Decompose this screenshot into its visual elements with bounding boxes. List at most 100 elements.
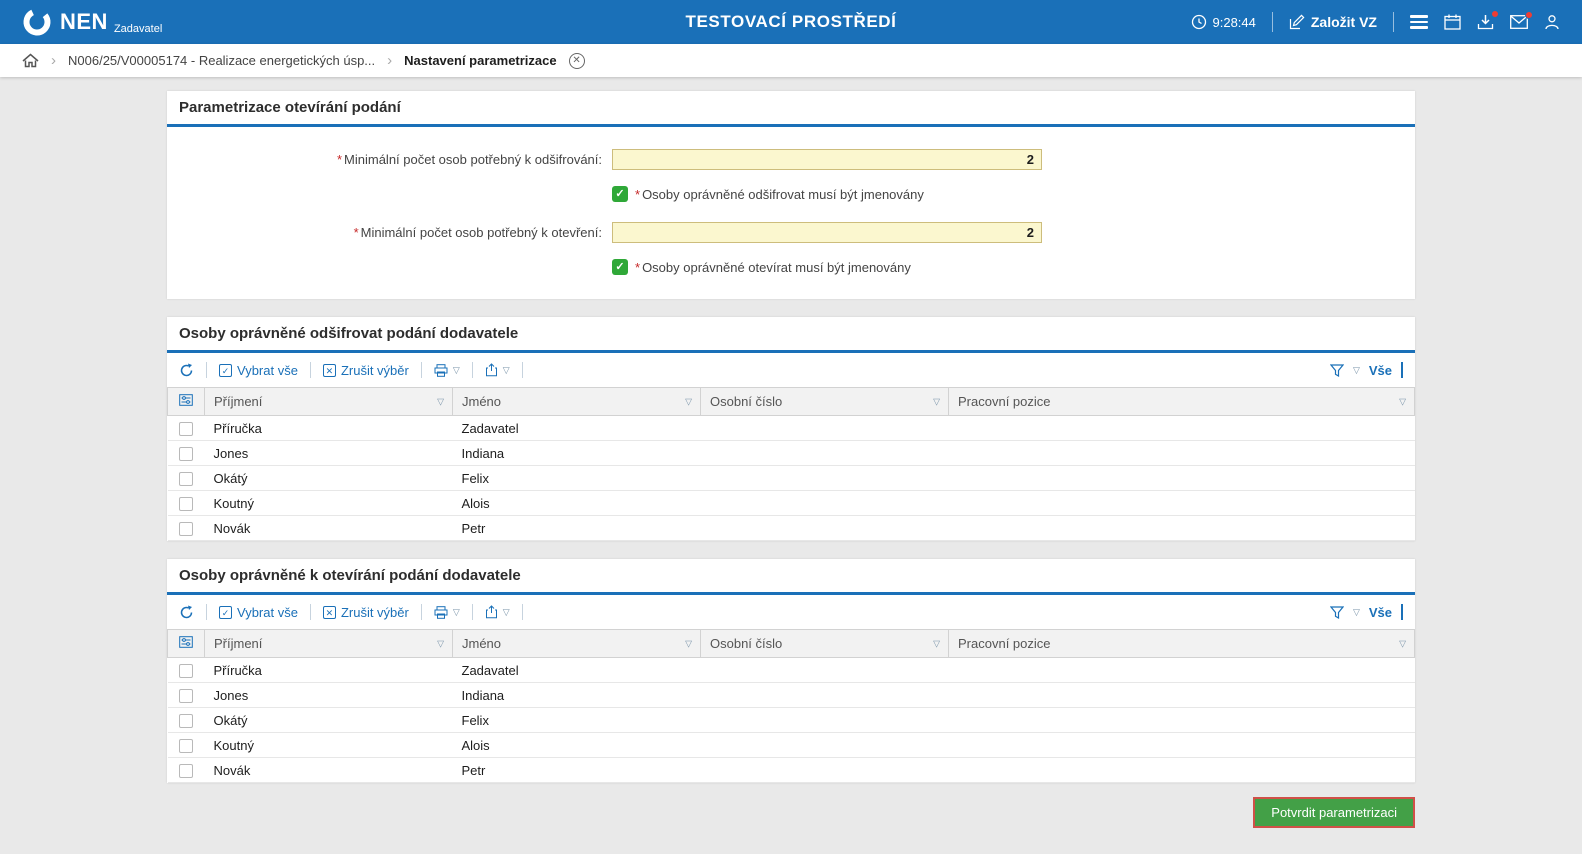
- refresh-button[interactable]: [179, 363, 194, 378]
- row-checkbox[interactable]: [179, 763, 193, 778]
- row-checkbox[interactable]: [179, 471, 193, 486]
- print-dropdown-icon[interactable]: ▽: [453, 365, 460, 376]
- min-decrypt-row: * Minimální počet osob potřebný k odšifro…: [167, 149, 1415, 170]
- table-row[interactable]: Příručka Zadavatel: [167, 415, 1415, 441]
- cell-position: [948, 490, 1415, 516]
- column-filter-icon[interactable]: ▽: [1399, 396, 1406, 407]
- checkbox-check-icon: ✓: [219, 363, 232, 377]
- column-header-surname[interactable]: Příjmení ▽: [204, 629, 453, 658]
- calendar-button[interactable]: [1444, 14, 1461, 30]
- cell-position: [948, 415, 1415, 441]
- table-row[interactable]: Okátý Felix: [167, 707, 1415, 733]
- column-header-position[interactable]: Pracovní pozice ▽: [948, 387, 1415, 416]
- column-config-icon[interactable]: [179, 394, 193, 406]
- column-filter-icon[interactable]: ▽: [685, 396, 692, 407]
- row-checkbox[interactable]: [179, 521, 193, 536]
- confirm-parametrization-button[interactable]: Potvrdit parametrizaci: [1253, 797, 1415, 828]
- home-icon[interactable]: [22, 53, 39, 68]
- clear-selection-button[interactable]: ✕ Zrušit výběr: [322, 605, 409, 620]
- breadcrumb-current[interactable]: Nastavení parametrizace: [404, 53, 556, 68]
- table-row[interactable]: Okátý Felix: [167, 465, 1415, 491]
- column-filter-icon[interactable]: ▽: [437, 396, 444, 407]
- min-open-input[interactable]: [612, 222, 1042, 243]
- column-header-position[interactable]: Pracovní pozice ▽: [948, 629, 1415, 658]
- print-button[interactable]: ▽: [434, 363, 460, 377]
- row-checkbox[interactable]: [179, 496, 193, 511]
- filter-preset-all[interactable]: Vše: [1369, 363, 1392, 378]
- topbar-divider: [1271, 12, 1273, 32]
- cell-position: [948, 732, 1415, 758]
- table-row[interactable]: Novák Petr: [167, 757, 1415, 783]
- table-row[interactable]: Jones Indiana: [167, 682, 1415, 708]
- table-row[interactable]: Koutný Alois: [167, 490, 1415, 516]
- column-label: Pracovní pozice: [958, 394, 1051, 409]
- cell-name: Zadavatel: [452, 657, 701, 683]
- filter-icon[interactable]: [1329, 363, 1344, 377]
- toolbar-divider: [309, 362, 311, 378]
- breadcrumb-contract[interactable]: N006/25/V00005174 - Realizace energetick…: [68, 53, 375, 68]
- brand-subtitle: Zadavatel: [113, 23, 163, 35]
- row-checkbox[interactable]: [179, 713, 193, 728]
- decrypt-named-checkbox[interactable]: ✓: [612, 186, 628, 202]
- toolbar-divider: [420, 362, 422, 378]
- user-profile-button[interactable]: [1544, 14, 1560, 30]
- column-filter-icon[interactable]: ▽: [685, 638, 692, 649]
- print-dropdown-icon[interactable]: ▽: [453, 607, 460, 618]
- create-vz-button[interactable]: Založit VZ: [1289, 14, 1377, 30]
- row-checkbox[interactable]: [179, 663, 193, 678]
- select-all-button[interactable]: ✓ Vybrat vše: [219, 363, 298, 378]
- column-filter-icon[interactable]: ▽: [933, 638, 940, 649]
- refresh-button[interactable]: [179, 605, 194, 620]
- filter-preset-all[interactable]: Vše: [1369, 605, 1392, 620]
- cell-surname: Jones: [204, 682, 453, 708]
- column-filter-icon[interactable]: ▽: [933, 396, 940, 407]
- row-checkbox[interactable]: [179, 738, 193, 753]
- toolbar-end-divider: [1401, 604, 1403, 620]
- filter-preset-dropdown-icon[interactable]: ▽: [1353, 365, 1360, 376]
- filter-icon[interactable]: [1329, 605, 1344, 619]
- menu-icon[interactable]: [1410, 15, 1428, 29]
- export-dropdown-icon[interactable]: ▽: [503, 607, 510, 618]
- cell-surname: Okátý: [204, 707, 453, 733]
- breadcrumb: › N006/25/V00005174 - Realizace energeti…: [0, 44, 1582, 77]
- column-header-surname[interactable]: Příjmení ▽: [204, 387, 453, 416]
- brand-logo[interactable]: NEN Zadavatel: [22, 7, 162, 37]
- min-decrypt-input[interactable]: [612, 149, 1042, 170]
- column-config-icon[interactable]: [179, 636, 193, 648]
- clear-selection-button[interactable]: ✕ Zrušit výběr: [322, 363, 409, 378]
- environment-title: TESTOVACÍ PROSTŘEDÍ: [685, 12, 897, 31]
- column-header-personal-number[interactable]: Osobní číslo ▽: [700, 629, 949, 658]
- column-header-name[interactable]: Jméno ▽: [452, 387, 701, 416]
- table-row[interactable]: Koutný Alois: [167, 732, 1415, 758]
- column-filter-icon[interactable]: ▽: [437, 638, 444, 649]
- column-settings-header[interactable]: [167, 629, 205, 658]
- table-row[interactable]: Novák Petr: [167, 515, 1415, 541]
- downloads-button[interactable]: [1477, 10, 1499, 30]
- column-filter-icon[interactable]: ▽: [1399, 638, 1406, 649]
- row-checkbox[interactable]: [179, 446, 193, 461]
- messages-button[interactable]: [1510, 11, 1533, 29]
- person-icon: [1545, 15, 1559, 30]
- column-header-name[interactable]: Jméno ▽: [452, 629, 701, 658]
- notification-badge: [1525, 11, 1533, 19]
- cell-surname: Příručka: [204, 415, 453, 441]
- section-title: Osoby oprávněné k otevírání podání dodav…: [167, 559, 1415, 595]
- select-all-button[interactable]: ✓ Vybrat vše: [219, 605, 298, 620]
- row-checkbox[interactable]: [179, 421, 193, 436]
- column-header-personal-number[interactable]: Osobní číslo ▽: [700, 387, 949, 416]
- row-checkbox[interactable]: [179, 688, 193, 703]
- filter-preset-dropdown-icon[interactable]: ▽: [1353, 607, 1360, 618]
- cell-name: Felix: [452, 707, 701, 733]
- table-row[interactable]: Jones Indiana: [167, 440, 1415, 466]
- cell-personal-number: [700, 465, 949, 491]
- print-button[interactable]: ▽: [434, 605, 460, 619]
- export-dropdown-icon[interactable]: ▽: [503, 365, 510, 376]
- close-tab-icon[interactable]: ✕: [568, 52, 585, 69]
- open-named-checkbox[interactable]: ✓: [612, 259, 628, 275]
- export-button[interactable]: ▽: [485, 363, 510, 377]
- table-row[interactable]: Příručka Zadavatel: [167, 657, 1415, 683]
- topbar-divider: [1393, 12, 1394, 32]
- column-settings-header[interactable]: [167, 387, 205, 416]
- select-all-label: Vybrat vše: [237, 362, 298, 378]
- export-button[interactable]: ▽: [485, 605, 510, 619]
